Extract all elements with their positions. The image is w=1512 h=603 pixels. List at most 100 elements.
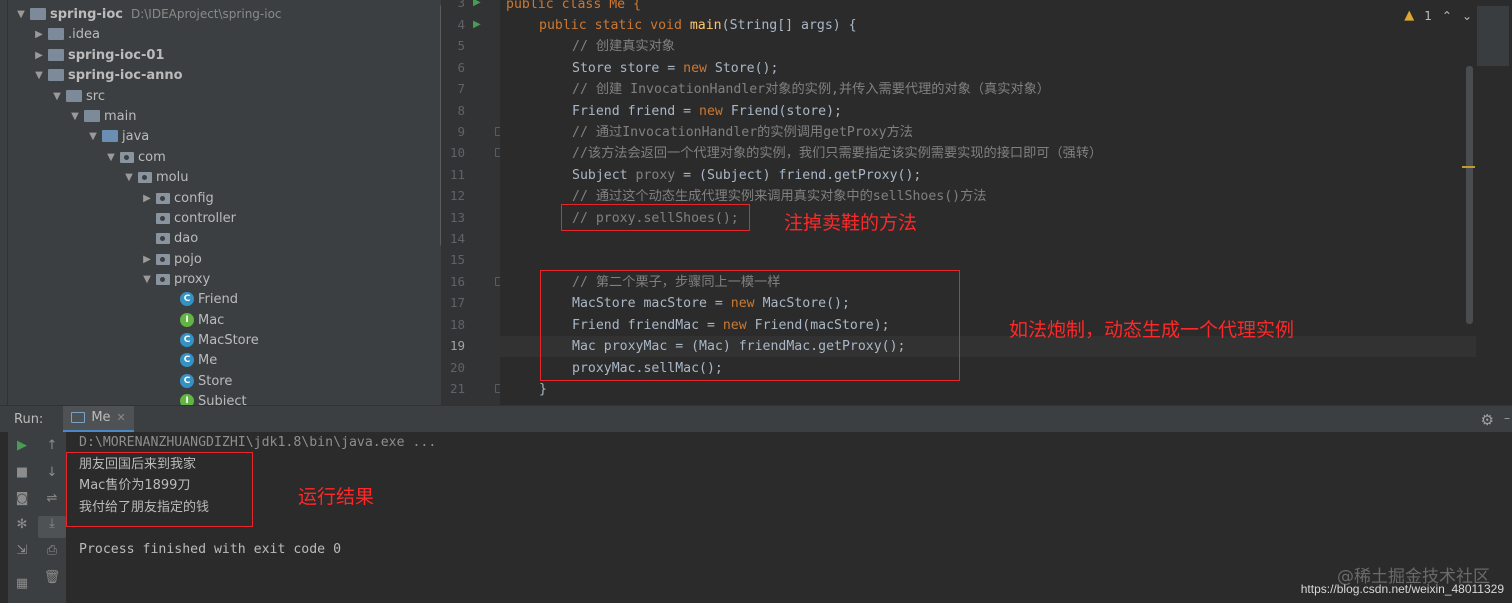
code-text: Friend(store); xyxy=(730,104,842,119)
tree-node-package[interactable]: dao xyxy=(154,228,198,248)
chevron-down-icon[interactable]: ▼ xyxy=(50,91,64,102)
folder-icon xyxy=(66,90,82,102)
print-icon[interactable]: ⎙ xyxy=(38,543,66,558)
tree-node-class[interactable]: C Me xyxy=(178,350,217,370)
highlight-box xyxy=(561,204,750,231)
line-number: 18 xyxy=(449,317,465,332)
chevron-right-icon[interactable]: ▶ xyxy=(140,193,154,204)
project-tree-panel[interactable]: ▼ spring-ioc D:\IDEAproject\spring-ioc ▶… xyxy=(8,0,441,405)
code-text: (String[] args) { xyxy=(721,18,857,33)
tree-label: .idea xyxy=(68,26,100,42)
rerun-icon[interactable]: ▶ xyxy=(8,438,36,453)
tree-label: spring-ioc xyxy=(50,6,123,22)
tree-label: Subject xyxy=(198,393,247,406)
tree-label: molu xyxy=(156,169,189,185)
tree-node-class[interactable]: C MacStore xyxy=(178,330,259,350)
trash-icon[interactable]: 🗑 xyxy=(38,570,66,585)
code-text: Store(); xyxy=(714,61,779,76)
package-icon xyxy=(156,273,170,285)
line-number-current: 19 xyxy=(449,338,465,353)
tree-node-interface[interactable]: I Mac xyxy=(178,310,224,330)
line-number: 9 xyxy=(457,124,465,139)
minimap[interactable] xyxy=(1477,6,1509,66)
editor-scrollbar[interactable] xyxy=(1466,66,1473,324)
chevron-right-icon[interactable]: ▶ xyxy=(32,50,46,61)
chevron-down-icon[interactable]: ▼ xyxy=(68,111,82,122)
console-exit-line: Process finished with exit code 0 xyxy=(79,542,342,557)
chevron-down-icon[interactable]: ▼ xyxy=(140,274,154,285)
package-icon xyxy=(156,212,170,224)
chevron-right-icon[interactable]: ▶ xyxy=(140,254,154,265)
arrow-up-icon[interactable]: ↑ xyxy=(38,438,66,453)
tree-node-package[interactable]: ▶ config xyxy=(140,188,214,208)
chevron-down-icon[interactable]: ▼ xyxy=(86,131,100,142)
console-command[interactable]: D:\MORENANZHUANGDIZHI\jdk1.8\bin\java.ex… xyxy=(79,432,436,453)
tree-node-package[interactable]: ▶ pojo xyxy=(140,249,202,269)
stop-icon[interactable]: ■ xyxy=(8,465,36,480)
class-icon: C xyxy=(180,292,194,306)
chevron-down-icon[interactable]: ▼ xyxy=(122,172,136,183)
code-editor[interactable]: public class Me { public static void mai… xyxy=(500,0,1512,405)
run-toolbar: ▶ ■ ◙ ✻ ⇲ ▦ xyxy=(8,432,38,603)
layout-icon[interactable]: ▦ xyxy=(8,576,36,591)
code-keyword: new xyxy=(699,104,731,119)
chevron-down-icon[interactable]: ⌄ xyxy=(1462,9,1472,23)
tree-node-class[interactable]: C Store xyxy=(178,371,232,391)
tree-label: Me xyxy=(198,352,218,368)
tree-node-package[interactable]: ▼ com xyxy=(104,147,166,167)
chevron-down-icon[interactable]: ▼ xyxy=(104,152,118,163)
tree-label: Store xyxy=(198,373,233,389)
line-number: 4 xyxy=(457,17,465,32)
tree-node-class[interactable]: C Friend xyxy=(178,289,238,309)
tree-node-root[interactable]: ▼ spring-ioc D:\IDEAproject\spring-ioc xyxy=(14,4,281,24)
module-folder-icon xyxy=(48,69,64,81)
chevron-right-icon[interactable]: ▶ xyxy=(32,29,46,40)
code-keyword: public static void xyxy=(539,18,690,33)
tree-node-java[interactable]: ▼ java xyxy=(86,126,149,146)
console-tab-icon xyxy=(71,412,86,423)
run-tab-label: Me xyxy=(91,410,111,425)
tree-label: main xyxy=(104,108,137,124)
tree-node-package[interactable]: ▼ proxy xyxy=(140,269,210,289)
tree-node-module[interactable]: ▼ spring-ioc-anno xyxy=(32,65,182,85)
package-icon xyxy=(156,192,170,204)
editor-gutter[interactable]: 3 4 5 6 7 8 9 10 11 12 13 14 15 16 17 18… xyxy=(441,0,503,405)
code-comment: // 创建 InvocationHandler对象的实例,并传入需要代理的对象（… xyxy=(572,82,1050,97)
run-class-icon[interactable]: ▶ xyxy=(473,0,481,8)
exit-icon[interactable]: ⇲ xyxy=(8,543,36,558)
gear-icon[interactable]: ⚙ xyxy=(1481,411,1494,429)
camera-icon[interactable]: ◙ xyxy=(8,491,36,506)
line-number: 12 xyxy=(449,188,465,203)
tree-node-module[interactable]: ▶ spring-ioc-01 xyxy=(32,45,164,65)
run-tab-me[interactable]: Me ✕ xyxy=(63,405,134,433)
tree-node-package[interactable]: controller xyxy=(154,208,236,228)
tree-node-src[interactable]: ▼ src xyxy=(50,86,105,106)
source-folder-icon xyxy=(102,130,118,142)
highlight-box xyxy=(66,452,253,527)
soft-wrap-icon[interactable]: ⇌ xyxy=(38,491,66,506)
chevron-up-icon[interactable]: ⌃ xyxy=(1442,9,1452,23)
chevron-down-icon[interactable]: ▼ xyxy=(32,70,46,81)
tree-node-idea[interactable]: ▶ .idea xyxy=(32,24,100,44)
run-main-icon[interactable]: ▶ xyxy=(473,19,481,30)
code-method: main xyxy=(689,18,722,33)
console-output[interactable]: D:\MORENANZHUANGDIZHI\jdk1.8\bin\java.ex… xyxy=(66,432,1512,603)
arrow-down-icon[interactable]: ↓ xyxy=(38,465,66,480)
warning-marker[interactable] xyxy=(1462,166,1475,168)
tree-node-interface[interactable]: I Subject xyxy=(178,391,247,405)
tree-label: Mac xyxy=(198,312,225,328)
tree-node-main[interactable]: ▼ main xyxy=(68,106,136,126)
scroll-to-end-icon[interactable]: ⤓ xyxy=(38,516,66,538)
close-icon[interactable]: ✕ xyxy=(117,411,126,424)
tree-label: Friend xyxy=(198,291,238,307)
code-comment: // 通过InvocationHandler的实例调用getProxy方法 xyxy=(572,125,913,140)
tool-window-strip[interactable] xyxy=(0,0,8,405)
tree-node-package[interactable]: ▼ molu xyxy=(122,167,188,187)
chevron-down-icon[interactable]: ▼ xyxy=(14,9,28,20)
inspection-widget[interactable]: ▲ 1 ⌃ ⌄ xyxy=(1404,8,1472,23)
minimize-icon[interactable]: – xyxy=(1504,411,1510,425)
settings-icon[interactable]: ✻ xyxy=(8,517,36,532)
tree-label: MacStore xyxy=(198,332,259,348)
code-line: Store store = new Store(); xyxy=(572,58,778,79)
code-text: Store store = xyxy=(572,61,684,76)
